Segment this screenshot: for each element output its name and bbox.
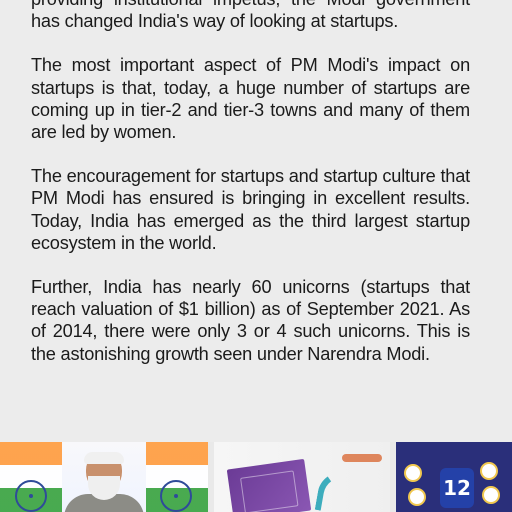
person-figure	[64, 452, 144, 512]
ashoka-chakra-left-icon	[15, 480, 47, 512]
article-paragraph-3: The encouragement for startups and start…	[31, 166, 470, 253]
ashoka-chakra-right-icon	[160, 480, 192, 512]
infographic-badge-icon	[408, 488, 426, 506]
article-paragraph-4: Further, India has nearly 60 unicorns (s…	[31, 277, 470, 364]
article-paragraph-2: The most important aspect of PM Modi's i…	[31, 55, 470, 143]
thumbnail-video-address[interactable]	[0, 442, 208, 512]
poster-card	[226, 458, 312, 512]
article-body: providing institutional impetus, the Mod…	[0, 0, 512, 442]
related-thumbnails-row: 12	[0, 442, 512, 512]
poster-logo-icon	[342, 454, 382, 462]
infographic-badge-icon	[480, 462, 498, 480]
thumbnail-poster[interactable]	[214, 442, 390, 512]
article-paragraph-1: providing institutional impetus, the Mod…	[31, 0, 470, 32]
infographic-badge-icon	[482, 486, 500, 504]
person-hair	[84, 452, 124, 464]
infographic-badge-icon	[404, 464, 422, 482]
poster-line-art	[240, 470, 299, 512]
infographic-number: 12	[440, 468, 474, 508]
article-text: providing institutional impetus, the Mod…	[31, 0, 470, 365]
thumbnail-infographic[interactable]: 12	[396, 442, 512, 512]
